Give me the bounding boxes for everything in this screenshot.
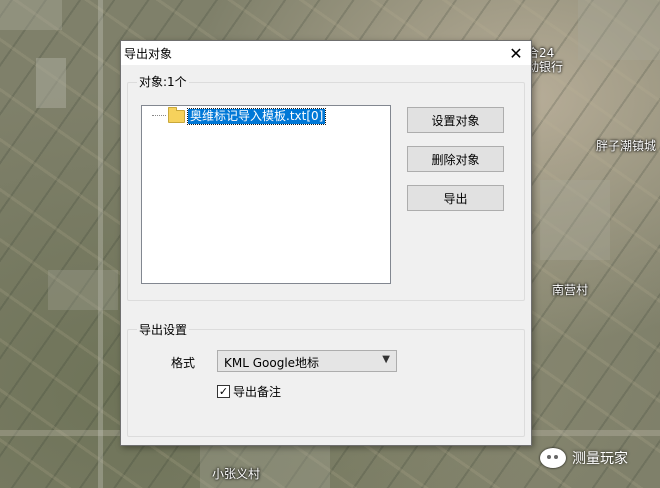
chevron-down-icon: ▼	[382, 354, 390, 365]
tree-item-label: 奥维标记导入模板.txt[0]	[186, 107, 327, 125]
export-settings-legend: 导出设置	[137, 321, 190, 338]
map-building	[540, 180, 610, 260]
objects-group-legend: 对象:1个	[137, 73, 189, 90]
export-objects-dialog: 导出对象 ✕ 对象:1个 奥维标记导入模板.txt[0] 设置对象 删除对象 导…	[120, 40, 532, 446]
format-label: 格式	[171, 356, 196, 370]
format-select-value: KML Google地标	[224, 356, 320, 370]
objects-tree[interactable]: 奥维标记导入模板.txt[0]	[141, 105, 391, 284]
wechat-icon	[540, 448, 566, 468]
tree-connector	[152, 115, 166, 117]
watermark: 测量玩家	[540, 448, 628, 468]
dialog-titlebar[interactable]: 导出对象 ✕	[121, 41, 531, 65]
map-building	[48, 270, 118, 310]
tree-item[interactable]: 奥维标记导入模板.txt[0]	[152, 106, 327, 125]
delete-object-button[interactable]: 删除对象	[407, 146, 504, 172]
map-label: 南营村	[552, 283, 589, 297]
map-building	[36, 58, 66, 108]
export-settings-group	[127, 329, 525, 437]
export-button[interactable]: 导出	[407, 185, 504, 211]
watermark-text: 测量玩家	[572, 451, 628, 467]
close-button[interactable]: ✕	[501, 41, 531, 65]
map-label: 胖子潮镇城	[596, 139, 657, 153]
format-select[interactable]: KML Google地标 ▼	[217, 350, 397, 372]
export-remark-checkbox[interactable]: ✓	[217, 385, 230, 398]
dialog-title: 导出对象	[124, 47, 173, 61]
map-building	[0, 0, 62, 30]
export-remark-label: 导出备注	[233, 385, 282, 399]
close-icon: ✕	[509, 43, 523, 63]
map-building	[578, 0, 660, 60]
map-label: 小张义村	[212, 467, 261, 481]
folder-icon	[168, 106, 185, 123]
set-object-button[interactable]: 设置对象	[407, 107, 504, 133]
map-label: 动银行	[527, 60, 564, 74]
export-remark-option[interactable]: ✓ 导出备注	[217, 383, 281, 400]
